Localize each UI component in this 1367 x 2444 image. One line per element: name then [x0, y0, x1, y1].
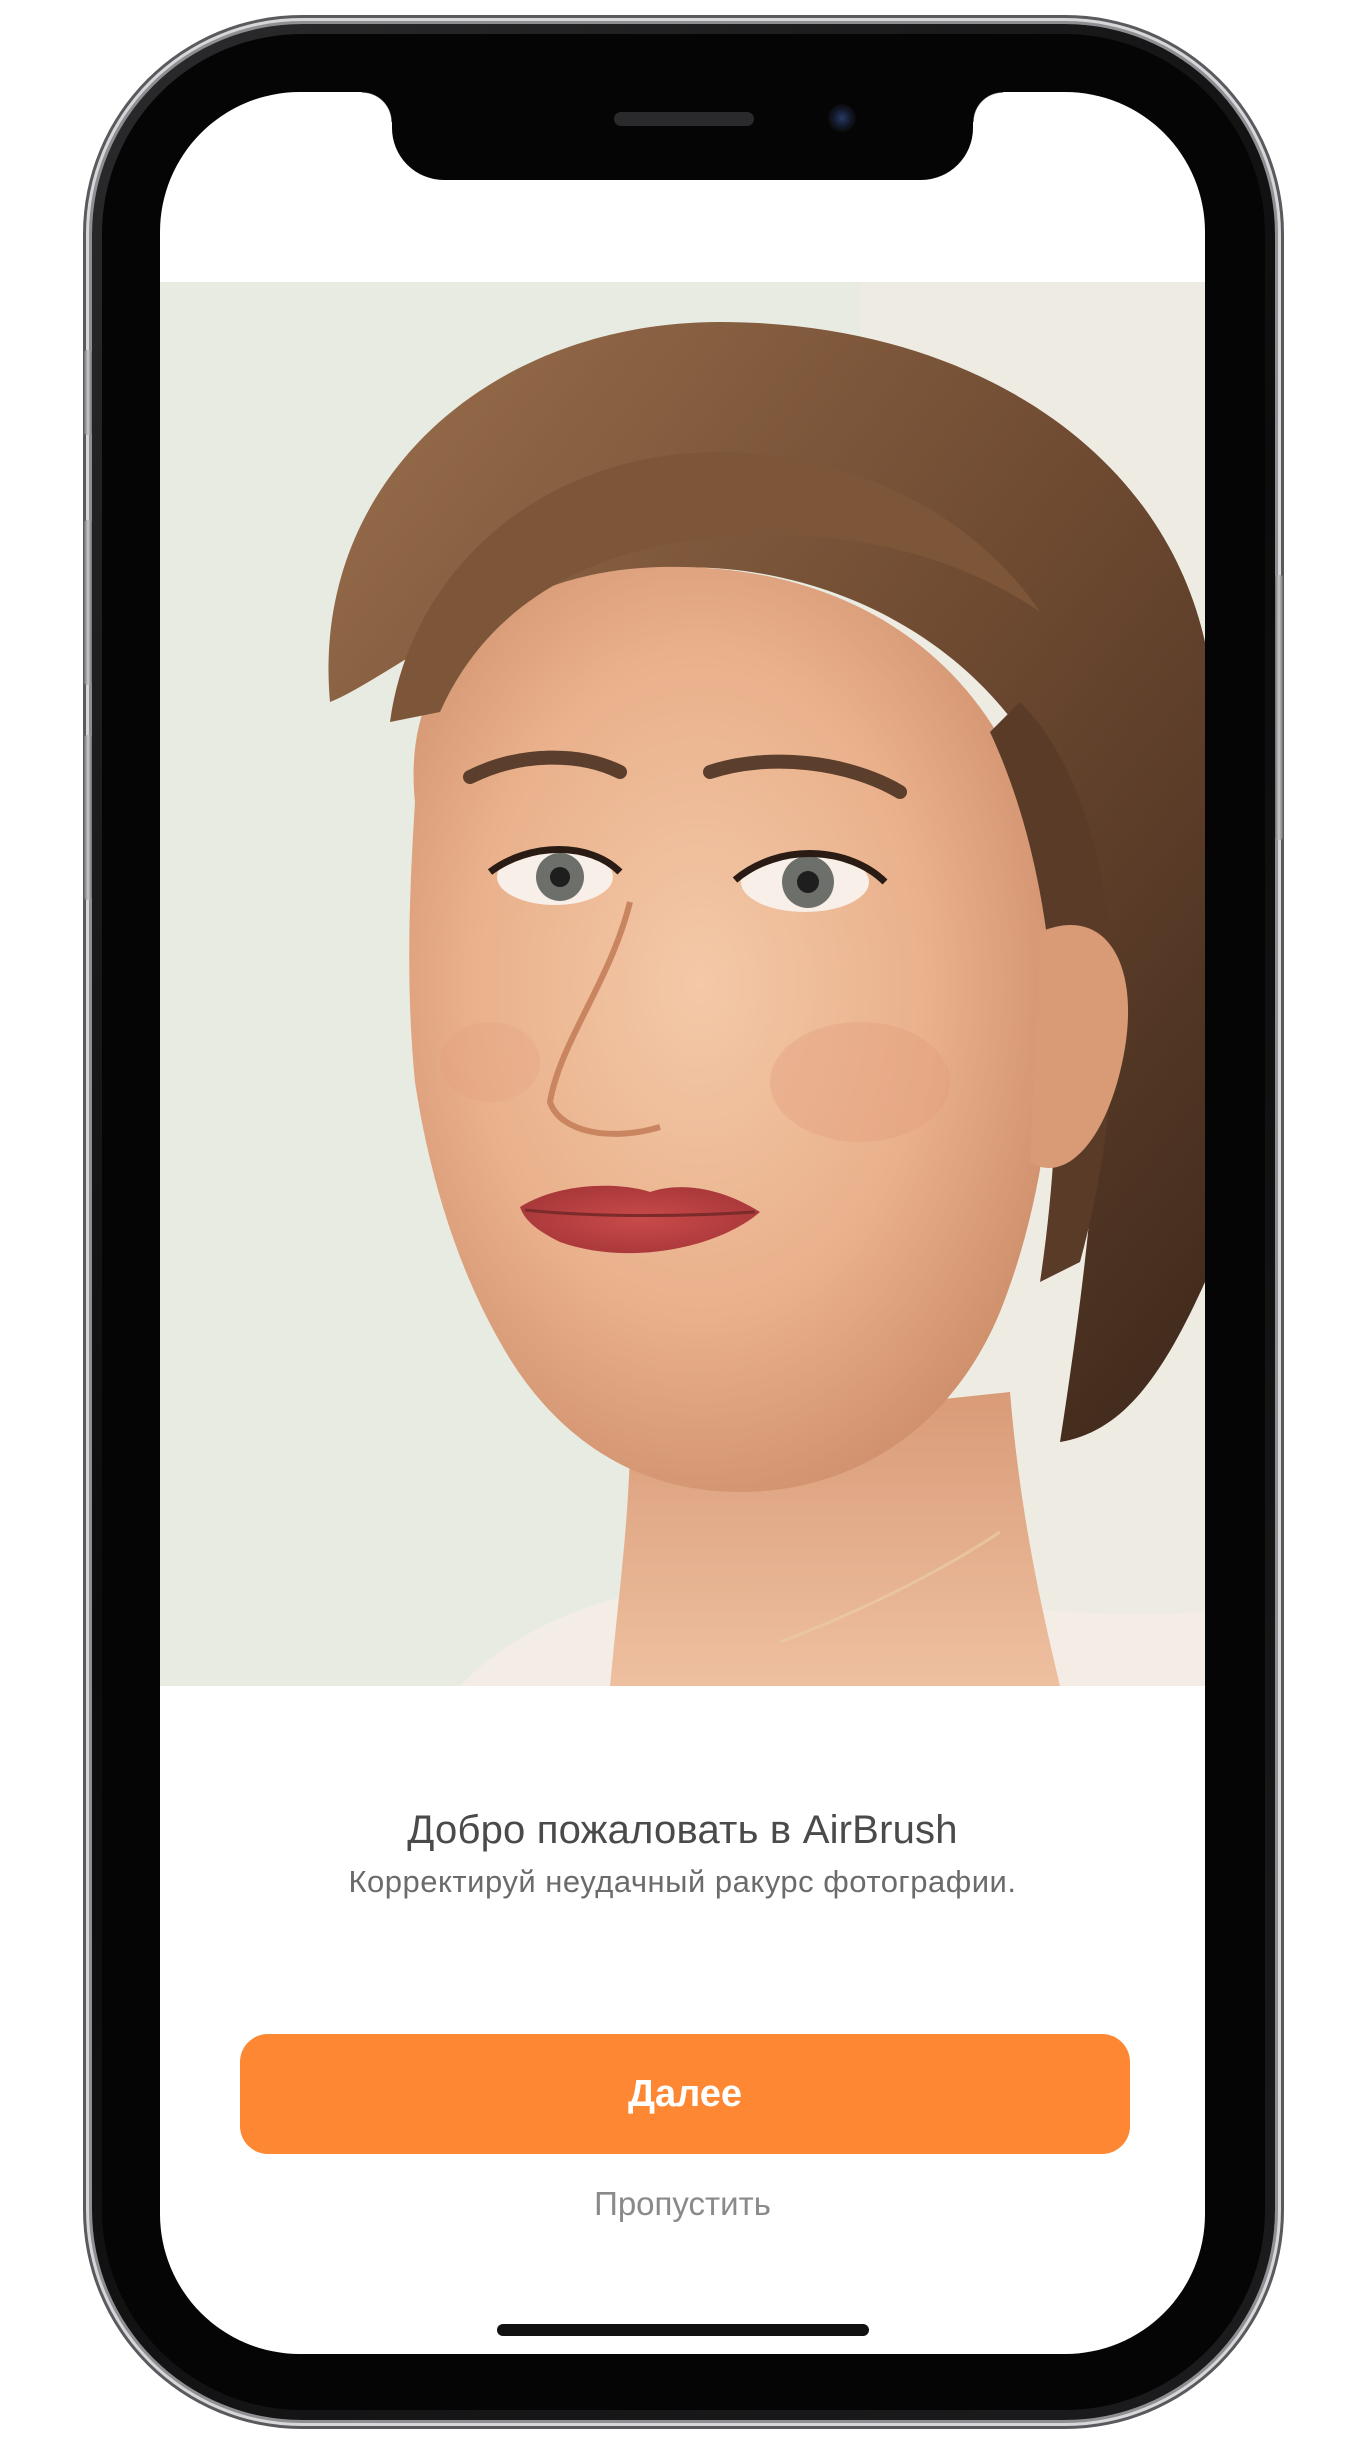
home-indicator[interactable]: [497, 2324, 869, 2336]
welcome-subtitle: Корректируй неудачный ракурс фотографии.: [348, 1864, 1017, 1899]
welcome-title: Добро пожаловать в AirBrush: [407, 1808, 958, 1852]
onboarding-hero-photo: [160, 282, 1205, 1686]
power-button: [1275, 575, 1283, 840]
volume-down-button: [84, 735, 92, 900]
skip-link[interactable]: Пропустить: [160, 2185, 1205, 2223]
portrait-illustration: [160, 282, 1205, 1686]
screen-notch: [362, 92, 1003, 180]
volume-up-button: [84, 520, 92, 685]
speaker-grille-icon: [614, 112, 754, 126]
camera-icon: [828, 104, 856, 132]
silent-switch: [84, 350, 92, 435]
app-screen: Добро пожаловать в AirBrush Корректируй …: [160, 92, 1205, 2354]
next-button[interactable]: Далее: [240, 2034, 1130, 2154]
